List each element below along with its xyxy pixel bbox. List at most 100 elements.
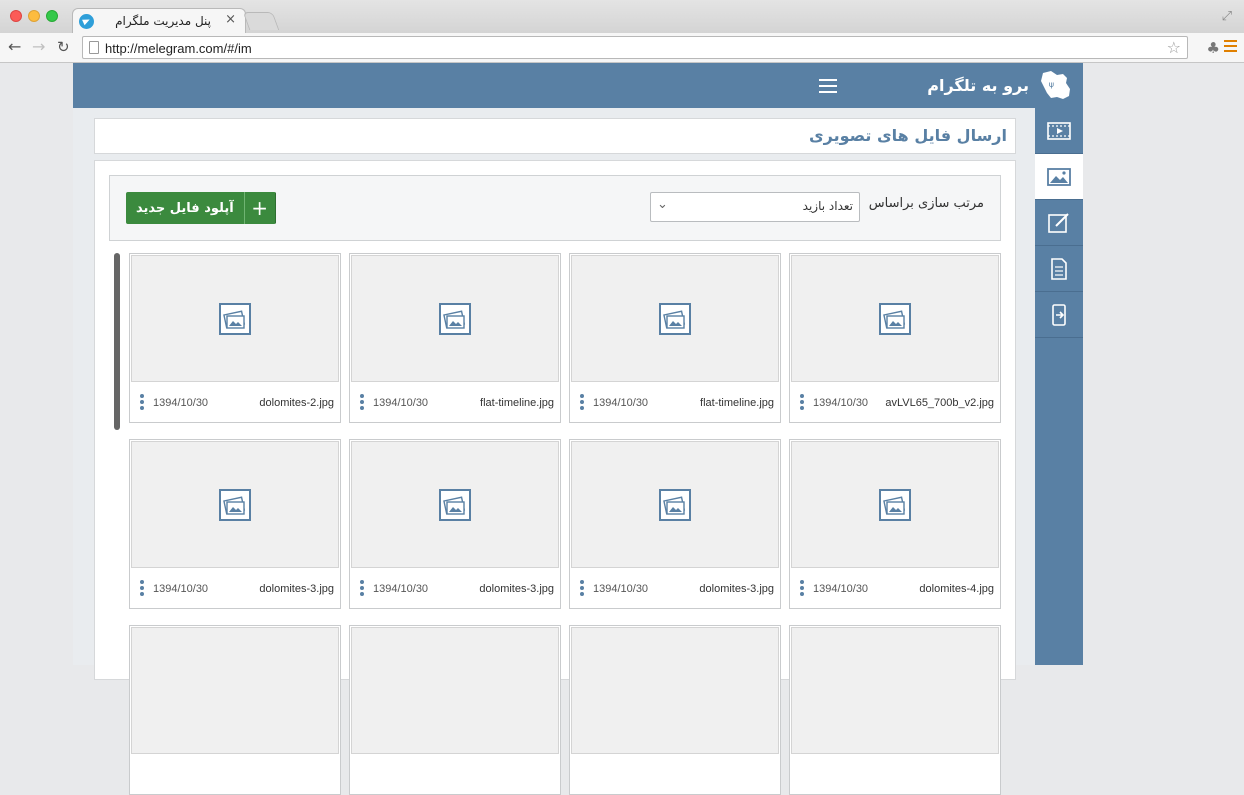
page-title: ارسال فایل های تصویری (809, 126, 1007, 145)
file-card-footer: 1394/10/30 dolomites-3.jpg (570, 570, 780, 608)
bookmark-star-icon[interactable]: ☆ (1167, 38, 1181, 57)
sort-label: مرتب سازی براساس (868, 196, 984, 211)
browser-menu-icon[interactable] (1224, 40, 1237, 55)
tab-close-icon[interactable]: × (225, 12, 236, 27)
file-name: flat-timeline.jpg (700, 397, 774, 409)
file-card[interactable]: 1394/10/30 dolomites-4.jpg (789, 439, 1001, 609)
image-placeholder-icon (659, 302, 691, 335)
upload-file-button[interactable]: + آپلود فایل جدید (126, 192, 276, 224)
file-thumbnail[interactable] (351, 441, 559, 568)
file-name: dolomites-3.jpg (479, 583, 554, 595)
file-card[interactable]: 1394/10/30 dolomites-3.jpg (129, 439, 341, 609)
upload-button-label: آپلود فایل جدید (126, 192, 245, 224)
sidebar-item-edit[interactable] (1035, 200, 1083, 246)
file-card-footer: 1394/10/30 dolomites-2.jpg (130, 384, 340, 422)
scrollbar[interactable] (114, 253, 120, 430)
hamburger-icon[interactable] (819, 79, 837, 97)
file-thumbnail[interactable] (791, 627, 999, 754)
page-title-bar: ارسال فایل های تصویری (94, 118, 1016, 154)
file-thumbnail[interactable] (351, 255, 559, 382)
more-options-icon[interactable] (580, 580, 584, 598)
file-thumbnail[interactable] (351, 627, 559, 754)
file-card[interactable] (569, 625, 781, 795)
fullscreen-icon[interactable]: ⤢ (1222, 9, 1232, 24)
file-thumbnail[interactable] (571, 255, 779, 382)
file-name: flat-timeline.jpg (480, 397, 554, 409)
file-card[interactable] (129, 625, 341, 795)
browser-toolbar: ← → ↻ http://melegram.com/#/im ☆ ♣ (0, 33, 1244, 63)
more-options-icon[interactable] (360, 580, 364, 598)
close-window-button[interactable] (10, 10, 22, 22)
file-thumbnail[interactable] (791, 441, 999, 568)
file-thumbnail[interactable] (131, 255, 339, 382)
more-options-icon[interactable] (140, 394, 144, 412)
file-thumbnail[interactable] (571, 441, 779, 568)
sidebar-item-images[interactable] (1035, 154, 1083, 200)
sidebar-item-mobile[interactable] (1035, 292, 1083, 338)
file-date: 1394/10/30 (373, 397, 429, 409)
more-options-icon[interactable] (580, 394, 584, 412)
file-card[interactable]: 1394/10/30 flat-timeline.jpg (349, 253, 561, 423)
sidebar (1035, 108, 1083, 665)
image-placeholder-icon (219, 302, 251, 335)
svg-text:ψ: ψ (1049, 80, 1054, 89)
browser-tab[interactable]: پنل مدیریت ملگرام × (72, 8, 246, 34)
minimize-window-button[interactable] (28, 10, 40, 22)
file-date: 1394/10/30 (813, 397, 869, 409)
image-placeholder-icon (439, 302, 471, 335)
document-icon (1051, 257, 1067, 280)
iran-map-logo-icon: ψ (1041, 71, 1070, 99)
back-arrow-icon[interactable]: ← (8, 37, 21, 56)
maximize-window-button[interactable] (46, 10, 58, 22)
reload-icon[interactable]: ↻ (57, 38, 70, 56)
file-name: dolomites-3.jpg (699, 583, 774, 595)
video-icon (1047, 121, 1071, 140)
file-thumbnail[interactable] (131, 441, 339, 568)
mobile-transfer-icon (1052, 303, 1066, 326)
more-options-icon[interactable] (360, 394, 364, 412)
sidebar-item-video[interactable] (1035, 108, 1083, 154)
tab-title: پنل مدیریت ملگرام (115, 14, 211, 28)
image-placeholder-icon (659, 488, 691, 521)
file-card-footer: 1394/10/30 dolomites-3.jpg (130, 570, 340, 608)
file-thumbnail[interactable] (571, 627, 779, 754)
brand-label: برو به تلگرام (927, 75, 1029, 95)
extension-icon[interactable]: ♣ (1207, 39, 1220, 57)
file-card[interactable] (349, 625, 561, 795)
file-date: 1394/10/30 (153, 397, 209, 409)
file-card-footer: 1394/10/30 flat-timeline.jpg (570, 384, 780, 422)
file-thumbnail[interactable] (131, 627, 339, 754)
url-text[interactable]: http://melegram.com/#/im (105, 41, 252, 56)
brand-link[interactable]: ψ برو به تلگرام (927, 69, 1073, 101)
file-card[interactable]: 1394/10/30 dolomites-2.jpg (129, 253, 341, 423)
app-header: ψ برو به تلگرام (73, 63, 1083, 108)
file-card[interactable]: 1394/10/30 flat-timeline.jpg (569, 253, 781, 423)
file-card[interactable] (789, 625, 1001, 795)
file-date: 1394/10/30 (593, 397, 649, 409)
more-options-icon[interactable] (800, 394, 804, 412)
image-placeholder-icon (219, 488, 251, 521)
image-placeholder-icon (439, 488, 471, 521)
file-thumbnail[interactable] (791, 255, 999, 382)
chevron-down-icon: ⌄ (657, 197, 668, 212)
more-options-icon[interactable] (800, 580, 804, 598)
toolbar: مرتب سازی براساس تعداد بازید ⌄ + آپلود ف… (109, 175, 1001, 241)
address-bar[interactable]: http://melegram.com/#/im ☆ (82, 36, 1188, 59)
sort-select[interactable]: تعداد بازید ⌄ (650, 192, 860, 222)
sidebar-item-documents[interactable] (1035, 246, 1083, 292)
file-date: 1394/10/30 (813, 583, 869, 595)
main-content: ارسال فایل های تصویری مرتب سازی براساس ت… (73, 108, 1035, 795)
page-icon (89, 41, 99, 54)
file-card[interactable]: 1394/10/30 dolomites-3.jpg (569, 439, 781, 609)
image-icon (1047, 167, 1071, 186)
file-card-footer: 1394/10/30 avLVL65_700b_v2.jpg (790, 384, 1000, 422)
file-card[interactable]: 1394/10/30 avLVL65_700b_v2.jpg (789, 253, 1001, 423)
edit-icon (1048, 212, 1069, 233)
new-tab-button[interactable] (242, 12, 280, 30)
file-card-footer: 1394/10/30 dolomites-4.jpg (790, 570, 1000, 608)
file-card-footer: 1394/10/30 dolomites-3.jpg (350, 570, 560, 608)
sort-selected-value: تعداد بازید (802, 199, 853, 213)
more-options-icon[interactable] (140, 580, 144, 598)
forward-arrow-icon[interactable]: → (32, 37, 45, 56)
file-card[interactable]: 1394/10/30 dolomites-3.jpg (349, 439, 561, 609)
